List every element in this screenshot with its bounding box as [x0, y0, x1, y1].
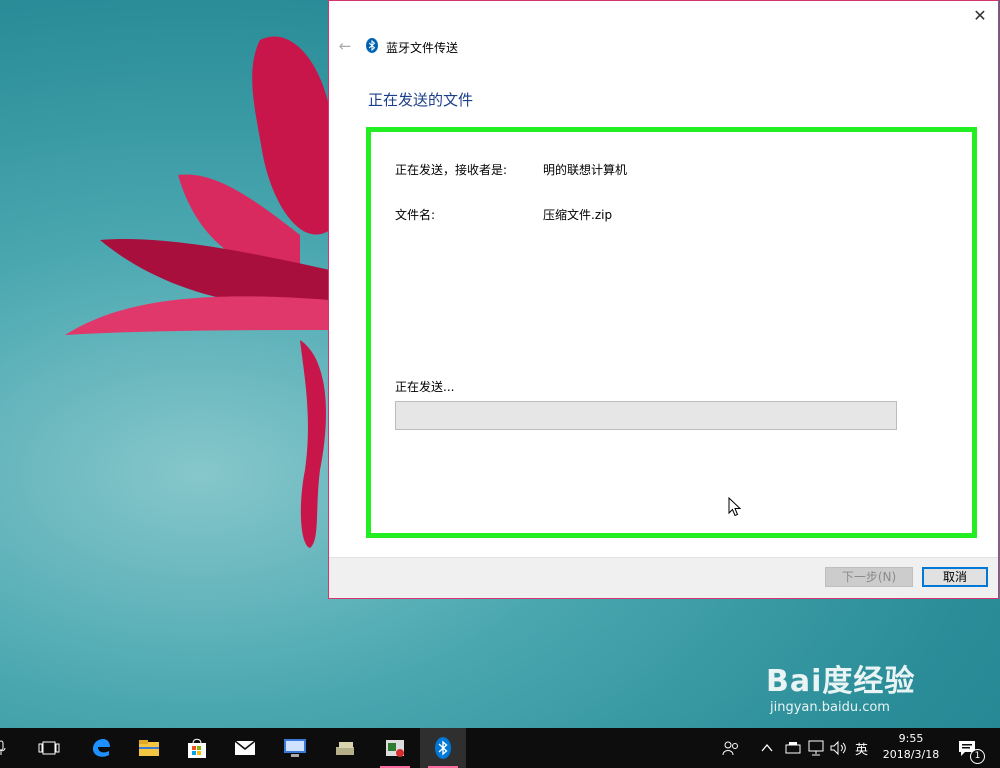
- transfer-progress-bar: [395, 401, 897, 430]
- store-icon[interactable]: [174, 728, 220, 768]
- app-window-icon[interactable]: [372, 728, 418, 768]
- bluetooth-transfer-dialog: ✕ ← 蓝牙文件传送 正在发送的文件 正在发送，接收者是: 明的联想计算机 文件…: [328, 0, 999, 599]
- people-icon[interactable]: [722, 728, 740, 768]
- dialog-title: 蓝牙文件传送: [386, 41, 459, 55]
- recipient-label: 正在发送，接收者是:: [395, 163, 508, 177]
- flower-wallpaper-image: [65, 36, 330, 548]
- cancel-button[interactable]: 取消: [922, 567, 988, 587]
- network-icon[interactable]: [807, 728, 825, 768]
- notification-count-badge: 1: [970, 749, 985, 764]
- remote-desktop-icon[interactable]: [272, 728, 318, 768]
- filename-label: 文件名:: [395, 208, 436, 222]
- mail-icon[interactable]: [222, 728, 268, 768]
- recipient-value: 明的联想计算机: [543, 163, 628, 177]
- file-explorer-icon[interactable]: [126, 728, 172, 768]
- back-arrow-icon[interactable]: ←: [336, 37, 354, 55]
- clock-date: 2018/3/18: [882, 748, 940, 761]
- mouse-cursor-icon: [728, 497, 742, 517]
- action-center-icon[interactable]: 1: [957, 728, 985, 768]
- next-button[interactable]: 下一步(N): [825, 567, 913, 587]
- dialog-footer: 下一步(N) 取消: [329, 557, 998, 598]
- bluetooth-taskbar-icon[interactable]: [420, 728, 466, 768]
- page-heading: 正在发送的文件: [368, 91, 474, 109]
- task-view-icon[interactable]: [26, 728, 72, 768]
- edge-browser-icon[interactable]: [78, 728, 124, 768]
- watermark-logo-text: Bai度经验: [766, 664, 916, 699]
- baidu-watermark: Bai度经验 jingyan.baidu.com: [766, 656, 915, 715]
- chevron-up-icon[interactable]: [761, 728, 773, 768]
- filename-value: 压缩文件.zip: [543, 208, 613, 222]
- microphone-icon[interactable]: [0, 728, 16, 768]
- transfer-info-panel: 正在发送，接收者是: 明的联想计算机 文件名: 压缩文件.zip 正在发送...: [366, 127, 977, 538]
- bluetooth-icon: [366, 38, 378, 53]
- sending-status-text: 正在发送...: [395, 380, 455, 394]
- volume-icon[interactable]: [829, 728, 847, 768]
- clock-time: 9:55: [898, 732, 924, 745]
- ime-indicator[interactable]: 英: [855, 728, 868, 768]
- app-stack-icon[interactable]: [322, 728, 368, 768]
- clock[interactable]: 9:55 2018/3/18: [878, 731, 944, 763]
- taskbar: 英 9:55 2018/3/18 1: [0, 728, 1000, 768]
- tray-device-icon[interactable]: [784, 728, 802, 768]
- watermark-url: jingyan.baidu.com: [770, 700, 890, 715]
- close-button[interactable]: ✕: [968, 5, 992, 27]
